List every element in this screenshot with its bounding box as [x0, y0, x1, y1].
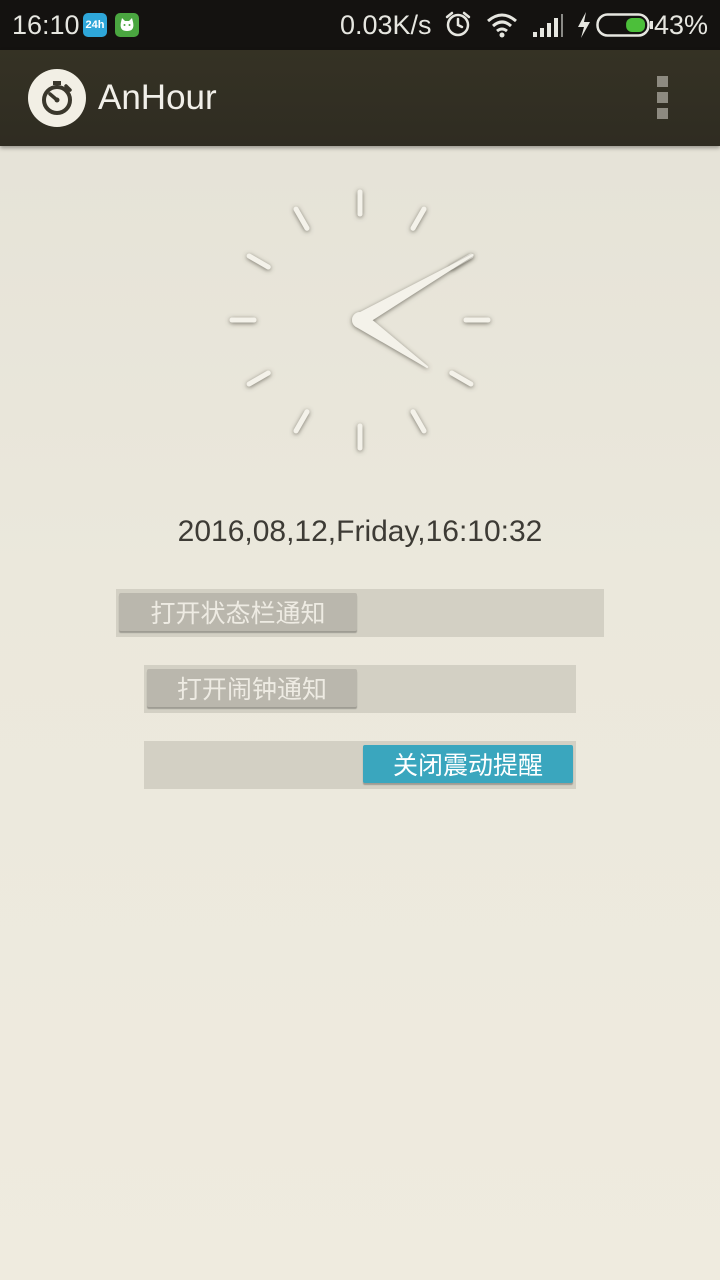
app-logo-stopwatch-icon[interactable] — [28, 69, 86, 127]
app-title: AnHour — [98, 78, 217, 117]
alarm-notification-toggle[interactable]: 打开闹钟通知 — [144, 665, 576, 713]
clock-minute-hand — [356, 254, 474, 327]
clock-hour-marker — [293, 409, 310, 434]
signal-strength-icon — [532, 14, 564, 45]
clock-hour-marker — [246, 370, 271, 387]
network-speed: 0.03K/s — [340, 10, 432, 40]
action-bar: AnHour — [0, 50, 720, 146]
vibration-reminder-toggle-thumb[interactable]: 关闭震动提醒 — [363, 745, 573, 783]
battery-icon — [596, 13, 654, 44]
clock-hour-marker — [410, 409, 427, 434]
clock-hour-marker — [449, 370, 474, 387]
battery-percent: 43% — [653, 10, 708, 40]
alarm-clock-icon — [444, 10, 472, 45]
status-bar: 16:10 24h 0.03K/s 43% — [0, 0, 720, 50]
overflow-menu-icon[interactable] — [657, 76, 669, 120]
statusbar-notification-toggle-thumb[interactable]: 打开状态栏通知 — [119, 593, 357, 631]
alarm-notification-toggle-thumb[interactable]: 打开闹钟通知 — [147, 669, 357, 707]
datetime-text: 2016,08,12,Friday,16:10:32 — [177, 515, 543, 548]
statusbar-notification-toggle[interactable]: 打开状态栏通知 — [116, 589, 604, 637]
24h-app-icon: 24h — [83, 13, 107, 37]
analog-clock — [210, 170, 510, 470]
clock-hour-marker — [293, 206, 310, 231]
android-cat-icon — [115, 13, 139, 37]
charging-bolt-icon — [576, 11, 592, 46]
clock-face — [229, 189, 491, 451]
wifi-icon — [486, 12, 518, 45]
clock-hour-marker — [246, 253, 271, 270]
vibration-reminder-toggle[interactable]: 关闭震动提醒 — [144, 741, 576, 789]
clock-center-hub — [352, 312, 368, 328]
status-time: 16:10 — [12, 10, 80, 40]
clock-hour-marker — [410, 206, 427, 231]
